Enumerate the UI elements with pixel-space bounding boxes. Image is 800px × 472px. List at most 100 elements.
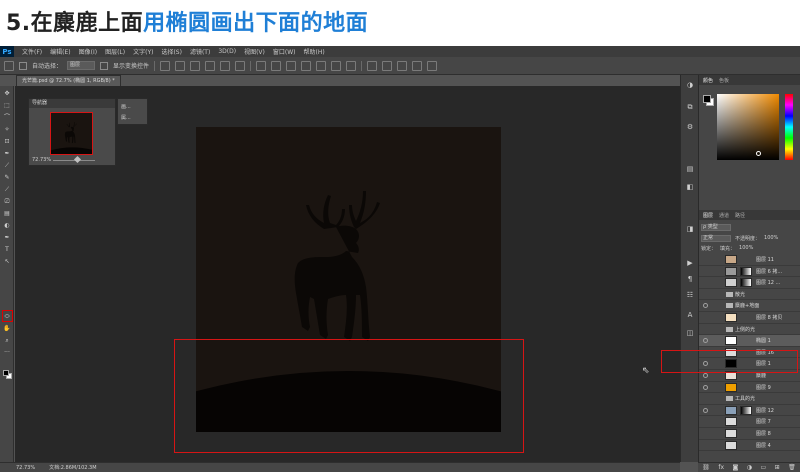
visibility-eye-icon[interactable] (703, 419, 708, 424)
layer-thumbnail[interactable] (725, 417, 737, 427)
distribute-middle-icon[interactable] (271, 60, 282, 71)
fill-value[interactable]: 100% (739, 245, 753, 251)
type-tool-icon[interactable]: T (3, 246, 11, 253)
zoom-tool-icon[interactable]: ⌕ (3, 337, 11, 344)
3d-slide-icon[interactable] (412, 60, 423, 71)
move-tool-icon[interactable]: ✥ (3, 90, 11, 97)
navigator-preview[interactable] (50, 112, 93, 155)
layer-row[interactable]: 工具的光 (699, 393, 800, 405)
history-panel-icon[interactable]: ▤ (685, 165, 695, 173)
eraser-tool-icon[interactable]: ⎚ (3, 198, 11, 205)
pen-tool-icon[interactable]: ✒ (3, 234, 11, 241)
visibility-eye-icon[interactable] (703, 443, 708, 448)
3d-rotate-icon[interactable] (367, 60, 378, 71)
color-foreground-swatch[interactable] (703, 95, 711, 103)
menu-type[interactable]: 文字(Y) (129, 47, 157, 56)
align-bottom-icon[interactable] (190, 60, 201, 71)
layer-row[interactable]: 上侧的光 (699, 324, 800, 336)
layer-row[interactable]: 椭圆 1 (699, 335, 800, 347)
tab-swatches[interactable]: 色板 (719, 77, 729, 84)
distribute-top-icon[interactable] (256, 60, 267, 71)
magic-wand-tool-icon[interactable]: ✧ (3, 126, 11, 133)
menu-filter[interactable]: 滤镜(T) (186, 47, 214, 56)
adjustments-panel-icon[interactable]: ⚙ (685, 123, 695, 131)
layer-style-icon[interactable]: fx (718, 464, 724, 471)
layer-thumbnail[interactable] (725, 255, 737, 264)
layer-thumbnail[interactable] (725, 336, 737, 346)
visibility-eye-icon[interactable] (703, 292, 708, 297)
menu-help[interactable]: 帮助(H) (300, 47, 329, 56)
visibility-eye-icon[interactable] (703, 257, 708, 262)
layer-thumbnail[interactable] (725, 440, 737, 450)
layer-comps-panel-icon[interactable]: ◫ (685, 329, 695, 337)
new-layer-icon[interactable]: ⊞ (775, 464, 780, 471)
layer-mask-thumbnail[interactable] (740, 266, 752, 276)
blend-mode-dropdown[interactable]: 正常 (701, 234, 731, 242)
visibility-eye-icon[interactable] (703, 280, 708, 285)
layer-filter-dropdown[interactable]: ρ 类型 (701, 223, 731, 231)
visibility-eye-icon[interactable] (703, 372, 708, 378)
distribute-right-icon[interactable] (331, 60, 342, 71)
menu-3d[interactable]: 3D(D) (214, 48, 240, 55)
crop-tool-icon[interactable]: ⊡ (3, 138, 11, 145)
auto-align-icon[interactable] (346, 60, 357, 71)
visibility-eye-icon[interactable] (703, 315, 708, 320)
layer-thumbnail[interactable] (725, 266, 737, 276)
lasso-tool-icon[interactable]: ⌒ (3, 114, 11, 121)
layer-row[interactable]: 图层 11 (699, 254, 800, 266)
delete-layer-icon[interactable]: 🗑 (788, 464, 796, 471)
navigator-zoom-value[interactable]: 72.73% (32, 157, 51, 163)
layer-mask-thumbnail[interactable] (740, 278, 752, 288)
layer-row[interactable]: 图层 4 (699, 440, 800, 452)
align-top-icon[interactable] (160, 60, 171, 71)
auto-select-checkbox[interactable] (19, 61, 27, 70)
foreground-color-swatch[interactable] (3, 370, 9, 376)
eyedropper-tool-icon[interactable]: ✒ (3, 150, 11, 157)
layer-row[interactable]: 图层 7 (699, 416, 800, 428)
menu-select[interactable]: 选择(S) (157, 47, 186, 56)
link-layers-icon[interactable]: ⛓ (702, 464, 710, 471)
layer-row[interactable]: 图层 12 ... (699, 277, 800, 289)
adjustment-layer-icon[interactable]: ◑ (747, 464, 752, 471)
info-panel-icon[interactable]: ☷ (685, 291, 695, 299)
brush-panel-icon[interactable]: ◧ (685, 183, 695, 191)
align-middle-icon[interactable] (175, 60, 186, 71)
new-group-icon[interactable]: ▭ (760, 464, 766, 471)
tab-channels[interactable]: 通道 (719, 212, 729, 219)
status-zoom[interactable]: 72.73% (16, 465, 35, 471)
visibility-eye-icon[interactable] (703, 431, 708, 436)
visibility-eye-icon[interactable] (703, 384, 708, 390)
hand-tool-icon[interactable]: ✋ (3, 325, 11, 332)
opacity-value[interactable]: 100% (764, 235, 778, 241)
menu-file[interactable]: 文件(F) (18, 47, 46, 56)
menu-layer[interactable]: 图层(L) (101, 47, 129, 56)
visibility-eye-icon[interactable] (703, 269, 708, 274)
menu-image[interactable]: 图像(I) (75, 47, 101, 56)
visibility-eye-icon[interactable] (703, 303, 708, 309)
align-left-icon[interactable] (205, 60, 216, 71)
align-right-icon[interactable] (235, 60, 246, 71)
swatches-panel-icon[interactable]: ⧉ (685, 103, 695, 111)
distribute-left-icon[interactable] (301, 60, 312, 71)
mini-panel-histogram[interactable]: 画... (121, 103, 131, 110)
layer-row[interactable]: 散光 (699, 289, 800, 301)
layer-row[interactable]: 图层 9 (699, 382, 800, 394)
auto-select-dropdown[interactable]: 图层 (67, 61, 96, 70)
layer-thumbnail[interactable] (725, 382, 737, 392)
move-tool-icon[interactable] (4, 60, 14, 71)
color-panel-icon[interactable]: ◑ (685, 81, 695, 89)
visibility-eye-icon[interactable] (703, 327, 708, 332)
distribute-center-icon[interactable] (316, 60, 327, 71)
menu-edit[interactable]: 编辑(E) (46, 47, 74, 56)
layer-row[interactable]: 图层 12 (699, 405, 800, 417)
layer-thumbnail[interactable] (725, 428, 737, 438)
tab-layers[interactable]: 图层 (703, 212, 713, 219)
dodge-tool-icon[interactable]: ◐ (3, 222, 11, 229)
gradient-tool-icon[interactable]: ▤ (3, 210, 11, 217)
transform-controls-checkbox[interactable] (100, 61, 109, 70)
color-picker-ring[interactable] (756, 151, 761, 156)
layer-row[interactable]: 图层 6 拷... (699, 266, 800, 278)
visibility-eye-icon[interactable] (703, 338, 708, 344)
layer-thumbnail[interactable] (725, 278, 737, 288)
clone-stamp-tool-icon[interactable]: ⟋ (3, 186, 11, 193)
